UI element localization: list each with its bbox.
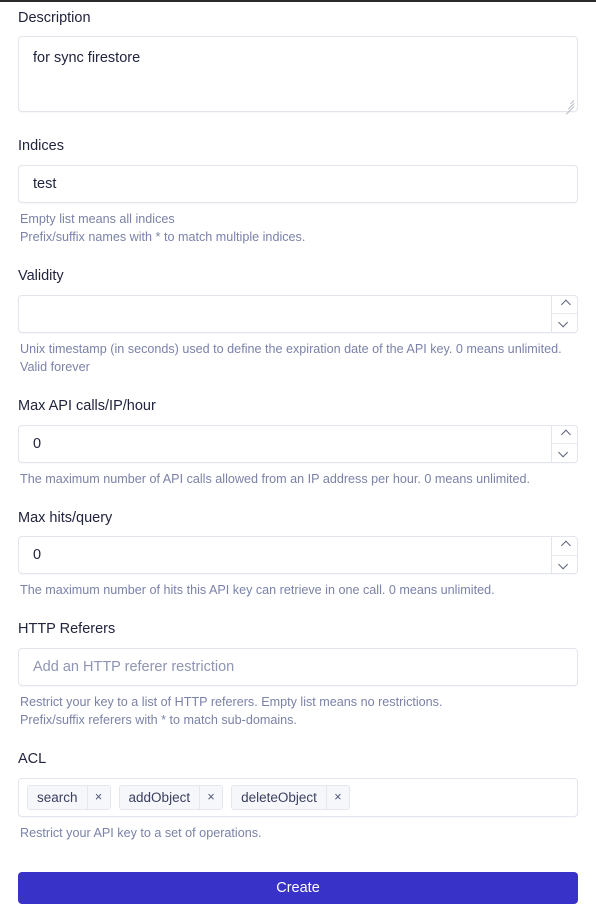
http-referers-label: HTTP Referers	[18, 621, 116, 638]
indices-help-line-1: Empty list means all indices	[20, 211, 175, 226]
max-api-calls-label: Max API calls/IP/hour	[18, 398, 156, 415]
acl-tag-label: deleteObject	[241, 789, 317, 805]
chevron-down-icon	[558, 559, 569, 570]
resize-handle-icon[interactable]	[562, 96, 575, 116]
validity-spinner-increment[interactable]	[552, 295, 577, 315]
validity-label: Validity	[18, 268, 64, 285]
validity-value	[19, 296, 551, 332]
validity-spinner-decrement[interactable]	[552, 314, 577, 332]
max-hits-number-input[interactable]: 0	[18, 536, 578, 575]
acl-tag-label: search	[37, 789, 78, 805]
max-api-calls-help: The maximum number of API calls allowed …	[20, 470, 578, 488]
indices-value: test	[33, 175, 57, 192]
validity-number-input[interactable]	[18, 294, 578, 333]
window-top-edge	[0, 0, 596, 2]
description-value: for sync firestore	[33, 50, 141, 67]
indices-help: Empty list means all indices Prefix/suff…	[20, 210, 578, 247]
validity-help-line-2: Valid forever	[20, 359, 90, 374]
acl-tag: search ×	[27, 784, 111, 810]
http-referers-help-line-1: Restrict your key to a list of HTTP refe…	[20, 694, 443, 709]
acl-label: ACL	[18, 751, 47, 768]
field-acl: ACL search × addObject × deleteObject × …	[18, 751, 578, 842]
field-validity: Validity Unix timestamp (in seconds) use…	[18, 268, 578, 376]
chevron-up-icon	[560, 299, 571, 310]
acl-help: Restrict your API key to a set of operat…	[20, 824, 578, 842]
http-referers-help-line-2: Prefix/suffix referers with * to match s…	[20, 713, 297, 728]
max-api-calls-value: 0	[33, 435, 42, 452]
field-max-api-calls: Max API calls/IP/hour 0 The maximum numb…	[18, 398, 578, 488]
max-hits-spinner-decrement[interactable]	[552, 555, 577, 574]
max-api-calls-spinner[interactable]	[551, 425, 577, 462]
max-hits-spinner[interactable]	[551, 537, 577, 574]
field-http-referers: HTTP Referers Add an HTTP referer restri…	[18, 621, 578, 729]
acl-tag-input[interactable]: search × addObject × deleteObject ×	[18, 777, 578, 817]
field-indices: Indices test Empty list means all indice…	[18, 138, 578, 246]
max-hits-spinner-increment[interactable]	[552, 537, 577, 556]
api-key-form: Description for sync firestore Indices t…	[0, 0, 596, 904]
max-hits-label: Max hits/query	[18, 509, 113, 526]
chevron-down-icon	[558, 447, 569, 458]
indices-help-line-2: Prefix/suffix names with * to match mult…	[20, 230, 306, 245]
description-label: Description	[18, 10, 91, 26]
validity-help: Unix timestamp (in seconds) used to defi…	[20, 340, 578, 377]
max-hits-help-line-1: The maximum number of hits this API key …	[20, 583, 495, 598]
max-api-calls-spinner-decrement[interactable]	[552, 444, 577, 462]
indices-input[interactable]: test	[18, 164, 578, 203]
chevron-up-icon	[560, 541, 571, 551]
acl-tag-label: addObject	[128, 789, 191, 805]
close-icon[interactable]: ×	[325, 785, 349, 809]
indices-label: Indices	[18, 138, 64, 155]
max-hits-help: The maximum number of hits this API key …	[20, 581, 578, 599]
max-hits-value: 0	[33, 547, 42, 564]
max-api-calls-spinner-increment[interactable]	[552, 425, 577, 445]
field-max-hits: Max hits/query 0 The maximum number of h…	[18, 510, 578, 600]
field-description: Description for sync firestore	[18, 10, 578, 116]
acl-tag: addObject ×	[118, 784, 224, 810]
description-textarea[interactable]: for sync firestore	[18, 36, 578, 116]
http-referers-help: Restrict your key to a list of HTTP refe…	[20, 693, 578, 730]
acl-tag: deleteObject ×	[231, 784, 350, 810]
close-icon[interactable]: ×	[86, 785, 110, 809]
chevron-down-icon	[558, 317, 569, 328]
max-api-calls-help-line-1: The maximum number of API calls allowed …	[20, 471, 531, 486]
validity-help-line-1: Unix timestamp (in seconds) used to defi…	[20, 341, 562, 356]
http-referers-input[interactable]: Add an HTTP referer restriction	[18, 647, 578, 686]
chevron-up-icon	[560, 429, 571, 440]
create-button[interactable]: Create	[18, 871, 578, 904]
validity-spinner[interactable]	[551, 295, 577, 332]
acl-help-line-1: Restrict your API key to a set of operat…	[20, 825, 262, 840]
close-icon[interactable]: ×	[199, 785, 223, 809]
http-referers-placeholder: Add an HTTP referer restriction	[33, 658, 235, 675]
max-api-calls-number-input[interactable]: 0	[18, 424, 578, 463]
